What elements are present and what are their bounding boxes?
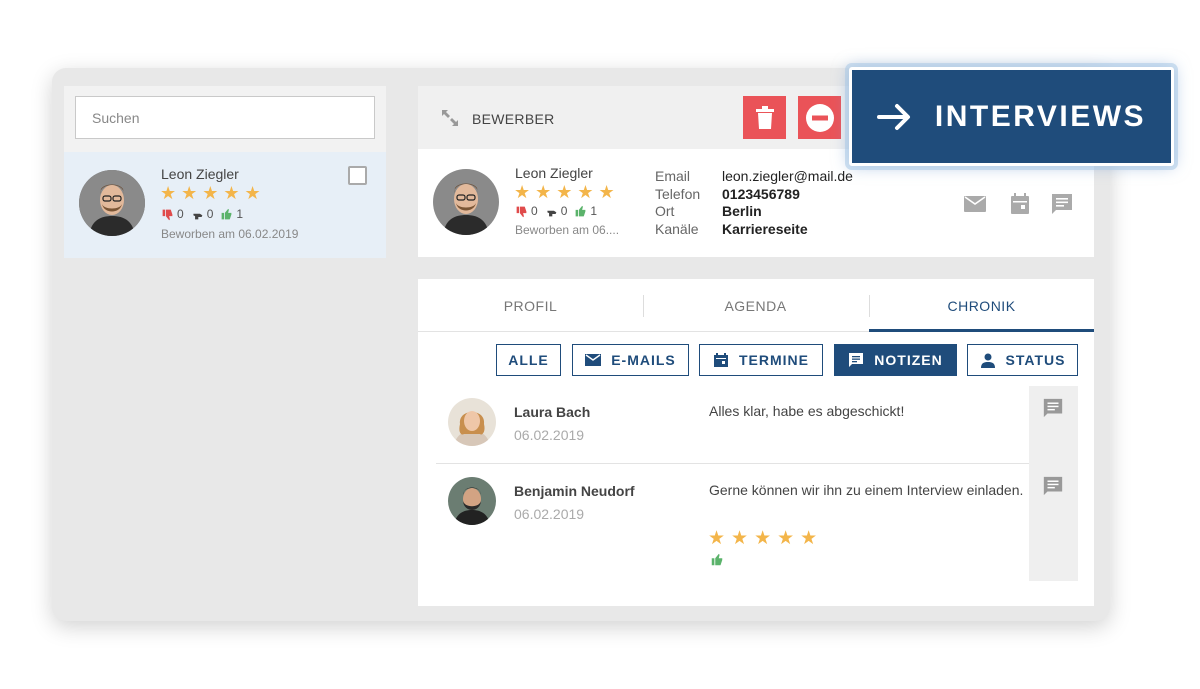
filter-all-button[interactable]: ALLE xyxy=(496,344,561,376)
thumbs-up-icon xyxy=(711,553,723,566)
phone-label: Telefon xyxy=(655,185,701,202)
candidate-votes: 0 0 1 xyxy=(515,204,601,218)
filter-appointments-label: TERMINE xyxy=(739,352,809,368)
thumbs-down-count: 0 xyxy=(177,207,184,221)
note-type-column xyxy=(1029,386,1078,581)
block-icon xyxy=(805,103,834,132)
thumbs-up-icon xyxy=(576,205,586,216)
candidate-avatar xyxy=(433,169,499,235)
location-label: Ort xyxy=(655,203,675,219)
filter-emails-button[interactable]: E-MAILS xyxy=(572,344,689,376)
interviews-button[interactable]: INTERVIEWS xyxy=(849,67,1174,166)
note-entry: Laura Bach 06.02.2019 Alles klar, habe e… xyxy=(436,386,1030,464)
hand-neutral-icon xyxy=(193,213,203,219)
filter-appointments-button[interactable]: TERMINE xyxy=(699,344,823,376)
note-date: 06.02.2019 xyxy=(514,506,585,522)
mail-icon xyxy=(585,354,602,366)
candidate-rating-stars: ★★★★★ xyxy=(160,183,266,203)
thumbs-down-icon xyxy=(162,209,173,220)
location-value: Berlin xyxy=(722,203,762,219)
filter-notes-button[interactable]: NOTIZEN xyxy=(834,344,957,376)
interviews-label: INTERVIEWS xyxy=(934,99,1147,133)
note-icon[interactable] xyxy=(1042,475,1064,497)
active-tab-indicator xyxy=(869,329,1094,332)
note-author: Laura Bach xyxy=(514,404,591,420)
note-author: Benjamin Neudorf xyxy=(514,483,635,499)
arrow-right-icon xyxy=(876,103,910,130)
note-icon[interactable] xyxy=(1042,397,1064,419)
section-title: BEWERBER xyxy=(472,111,555,127)
channels-value: Karriereseite xyxy=(722,220,808,237)
thumbs-up-count: 1 xyxy=(236,207,244,221)
author-avatar xyxy=(448,477,496,525)
note-rating-stars: ★★★★★ xyxy=(708,528,824,549)
note-date: 06.02.2019 xyxy=(514,427,585,443)
filter-emails-label: E-MAILS xyxy=(611,352,676,368)
phone-value: 0123456789 xyxy=(722,185,800,202)
candidate-list: Leon Ziegler ★★★★★ 0 0 1 Beworben am 06.… xyxy=(64,86,386,258)
email-label: Email xyxy=(655,168,691,184)
filter-all-label: ALLE xyxy=(508,352,549,368)
note-icon[interactable] xyxy=(1050,192,1074,216)
expand-icon[interactable] xyxy=(440,108,460,128)
applied-date: Beworben am 06.02.2019 xyxy=(161,227,299,241)
mail-icon[interactable] xyxy=(963,192,987,216)
thumbs-up-count: 1 xyxy=(590,204,598,218)
timeline-card: PROFIL AGENDA CHRONIK ALLE E-MAILS TERMI… xyxy=(418,279,1094,606)
thumbs-down-icon xyxy=(516,206,527,217)
candidate-avatar xyxy=(79,170,145,236)
candidate-rating-stars: ★★★★★ xyxy=(514,182,620,202)
hand-neutral-icon xyxy=(547,210,557,216)
note-icon xyxy=(849,353,864,367)
email-value[interactable]: leon.ziegler@mail.de xyxy=(722,168,853,186)
thumbs-down-count: 0 xyxy=(531,204,538,218)
channels-label: Kanäle xyxy=(655,220,699,237)
filter-status-label: STATUS xyxy=(1005,352,1066,368)
trash-icon xyxy=(755,105,774,129)
neutral-count: 0 xyxy=(206,207,214,221)
search-input[interactable] xyxy=(75,96,375,139)
contact-values: leon.ziegler@mail.de 0123456789 Berlin K… xyxy=(722,168,853,238)
applied-date: Beworben am 06.... xyxy=(515,223,620,237)
tab-history[interactable]: CHRONIK xyxy=(869,279,1094,332)
detail-tabs: PROFIL AGENDA CHRONIK xyxy=(418,279,1094,332)
neutral-count: 0 xyxy=(560,204,568,218)
note-text: Alles klar, habe es abgeschickt! xyxy=(709,403,905,419)
delete-button[interactable] xyxy=(743,96,786,139)
reject-button[interactable] xyxy=(798,96,841,139)
note-entry: Benjamin Neudorf 06.02.2019 Gerne können… xyxy=(436,465,1030,575)
candidate-list-item[interactable]: Leon Ziegler ★★★★★ 0 0 1 Beworben am 06.… xyxy=(64,152,386,258)
candidate-select-checkbox[interactable] xyxy=(348,166,367,185)
candidate-votes: 0 0 1 xyxy=(161,207,247,221)
contact-labels: Email Telefon Ort Kanäle xyxy=(655,168,700,238)
person-icon xyxy=(980,353,995,368)
filter-notes-label: NOTIZEN xyxy=(874,352,943,368)
calendar-icon[interactable] xyxy=(1008,192,1032,216)
filter-status-button[interactable]: STATUS xyxy=(967,344,1078,376)
tab-agenda[interactable]: AGENDA xyxy=(643,279,868,332)
calendar-icon xyxy=(714,353,728,367)
thumbs-up-icon xyxy=(222,208,232,219)
tab-profile[interactable]: PROFIL xyxy=(418,279,643,332)
note-text: Gerne können wir ihn zu einem Interview … xyxy=(709,482,1024,498)
candidate-name: Leon Ziegler xyxy=(515,165,593,181)
candidate-name: Leon Ziegler xyxy=(161,166,239,182)
author-avatar xyxy=(448,398,496,446)
